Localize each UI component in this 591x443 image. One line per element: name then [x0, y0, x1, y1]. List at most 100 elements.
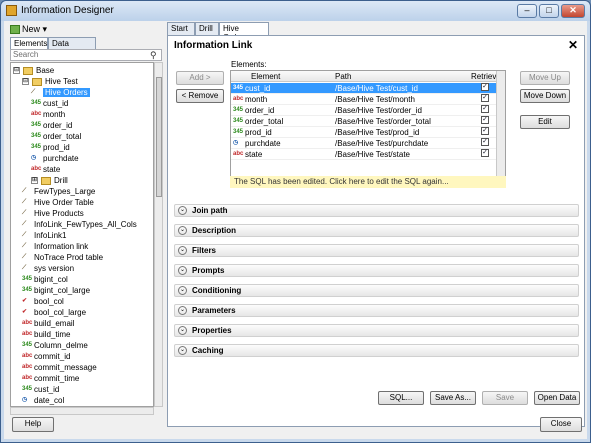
open-data-button[interactable]: Open Data: [534, 391, 580, 405]
minimize-button[interactable]: ‒: [517, 4, 537, 18]
section-join-path[interactable]: ⌄ Join path: [174, 204, 579, 217]
tree-item[interactable]: ⟋ Hive Products: [22, 208, 84, 219]
sql-button[interactable]: SQL...: [378, 391, 424, 405]
tree-item[interactable]: ◷ date_col: [22, 395, 64, 406]
grid-row[interactable]: 345 cust_id/Base/Hive Test/cust_id ✓: [231, 83, 496, 94]
grid-header: Element Path Retrieve: [231, 71, 501, 82]
tab-hive-orders[interactable]: Hive Orders: [219, 22, 269, 42]
boolean-type-icon: ✔: [22, 298, 28, 305]
column-path[interactable]: Path: [335, 72, 351, 81]
tree-item[interactable]: ⟋ Hive Order Table: [22, 197, 94, 208]
chevron-down-icon[interactable]: ⌄: [178, 206, 187, 215]
maximize-button[interactable]: □: [539, 4, 559, 18]
tree-item[interactable]: ⟋ NoTrace Prod table: [22, 252, 103, 263]
text-type-icon: abc: [31, 111, 42, 118]
grid-row[interactable]: abc state/Base/Hive Test/state ✓: [231, 149, 496, 160]
tree-item[interactable]: ⟋ InfoLink1: [22, 230, 66, 241]
row-element: order_id: [245, 106, 275, 115]
sql-edited-notice[interactable]: The SQL has been edited. Click here to e…: [230, 176, 506, 188]
tree-item[interactable]: 345 cust_id: [31, 98, 68, 109]
help-button[interactable]: Help: [12, 417, 54, 432]
tree-item-label: bool_col_large: [34, 308, 87, 317]
retrieve-checkbox[interactable]: ✓: [481, 149, 489, 157]
retrieve-checkbox[interactable]: ✓: [481, 105, 489, 113]
save-button[interactable]: Save: [482, 391, 528, 405]
chevron-down-icon[interactable]: ⌄: [178, 346, 187, 355]
tree-item[interactable]: ⊟ Base: [13, 65, 54, 76]
column-element[interactable]: Element: [251, 72, 280, 81]
tree-item[interactable]: ✔ bool_col_large: [22, 307, 86, 318]
chevron-down-icon[interactable]: ⌄: [178, 246, 187, 255]
grid-scrollbar[interactable]: [496, 71, 505, 176]
tree-item[interactable]: abc state: [31, 164, 60, 175]
scrollbar-thumb[interactable]: [156, 77, 162, 197]
tree-item[interactable]: ⊟ Hive Test: [22, 76, 78, 87]
grid-row[interactable]: ◷ purchdate/Base/Hive Test/purchdate ✓: [231, 138, 496, 149]
grid-row[interactable]: 345 order_id/Base/Hive Test/order_id ✓: [231, 105, 496, 116]
tree-item[interactable]: abc commit_message: [22, 362, 97, 373]
tree-item[interactable]: ⟋ InfoLink_FewTypes_All_Cols: [22, 219, 137, 230]
new-button[interactable]: New ▾: [10, 24, 47, 35]
add-button[interactable]: Add >: [176, 71, 224, 85]
tree-vertical-scrollbar[interactable]: [154, 62, 163, 407]
tree-item[interactable]: abc build_time: [22, 329, 70, 340]
tree-item[interactable]: ⟋ sys version: [22, 263, 74, 274]
close-button[interactable]: Close: [540, 417, 582, 432]
tree-item[interactable]: 345 cust_id: [22, 384, 59, 395]
tree-item[interactable]: ◷ purchdate: [31, 153, 79, 164]
move-down-button[interactable]: Move Down: [520, 89, 570, 103]
tree-item[interactable]: ⟋ Information link: [22, 241, 88, 252]
expand-toggle-icon[interactable]: ⊟: [13, 67, 20, 75]
tree-item[interactable]: 345 order_id: [31, 120, 72, 131]
chevron-down-icon[interactable]: ⌄: [178, 326, 187, 335]
retrieve-checkbox[interactable]: ✓: [481, 127, 489, 135]
tree-item[interactable]: abc commit_id: [22, 351, 70, 362]
tree-item[interactable]: ⟋ Hive Orders: [31, 87, 90, 98]
tree-item[interactable]: 345 prod_id: [31, 142, 70, 153]
section-parameters[interactable]: ⌄ Parameters: [174, 304, 579, 317]
grid-row[interactable]: 345 order_total/Base/Hive Test/order_tota…: [231, 116, 496, 127]
tab-drill[interactable]: Drill: [195, 22, 219, 35]
tree-item[interactable]: 345 order_total: [31, 131, 81, 142]
close-panel-icon[interactable]: ✕: [568, 38, 578, 52]
retrieve-checkbox[interactable]: ✓: [481, 94, 489, 102]
section-properties[interactable]: ⌄ Properties: [174, 324, 579, 337]
search-icon[interactable]: ⚲: [150, 50, 160, 60]
tree-item[interactable]: 345 bigint_col_large: [22, 285, 90, 296]
section-caching[interactable]: ⌄ Caching: [174, 344, 579, 357]
chevron-down-icon[interactable]: ⌄: [178, 286, 187, 295]
remove-button[interactable]: < Remove: [176, 89, 224, 103]
tree-item[interactable]: abc build_email: [22, 318, 74, 329]
information-link-icon: ⟋: [22, 265, 27, 272]
section-filters[interactable]: ⌄ Filters: [174, 244, 579, 257]
search-input[interactable]: Search ⚲: [10, 49, 162, 61]
retrieve-checkbox[interactable]: ✓: [481, 83, 489, 91]
chevron-down-icon[interactable]: ⌄: [178, 306, 187, 315]
tree-horizontal-scrollbar[interactable]: [10, 407, 154, 415]
grid-row[interactable]: abc month/Base/Hive Test/month ✓: [231, 94, 496, 105]
grid-row[interactable]: 345 prod_id/Base/Hive Test/prod_id ✓: [231, 127, 496, 138]
close-window-button[interactable]: ✕: [561, 4, 585, 18]
expand-toggle-icon[interactable]: ⊟: [22, 78, 29, 86]
expand-toggle-icon[interactable]: ⊞: [31, 177, 38, 185]
tree-item[interactable]: 345 bigint_col: [22, 274, 68, 285]
retrieve-checkbox[interactable]: ✓: [481, 138, 489, 146]
move-up-button[interactable]: Move Up: [520, 71, 570, 85]
section-conditioning[interactable]: ⌄ Conditioning: [174, 284, 579, 297]
tree-item[interactable]: ✔ bool_col: [22, 296, 64, 307]
retrieve-checkbox[interactable]: ✓: [481, 116, 489, 124]
chevron-down-icon[interactable]: ⌄: [178, 226, 187, 235]
chevron-down-icon[interactable]: ⌄: [178, 266, 187, 275]
section-description[interactable]: ⌄ Description: [174, 224, 579, 237]
tab-start[interactable]: Start: [167, 22, 195, 35]
tree-item[interactable]: 345 Column_delme: [22, 340, 88, 351]
tree-item[interactable]: ⟋ FewTypes_Large: [22, 186, 95, 197]
row-path: /Base/Hive Test/purchdate: [335, 139, 429, 148]
edit-button[interactable]: Edit: [520, 115, 570, 129]
save-as-button[interactable]: Save As...: [430, 391, 476, 405]
tree-item[interactable]: ⊞ Drill: [31, 175, 68, 186]
tree-item[interactable]: abc commit_time: [22, 373, 79, 384]
tree-item[interactable]: abc month: [31, 109, 65, 120]
tree-item-label: Information link: [34, 242, 89, 251]
section-prompts[interactable]: ⌄ Prompts: [174, 264, 579, 277]
